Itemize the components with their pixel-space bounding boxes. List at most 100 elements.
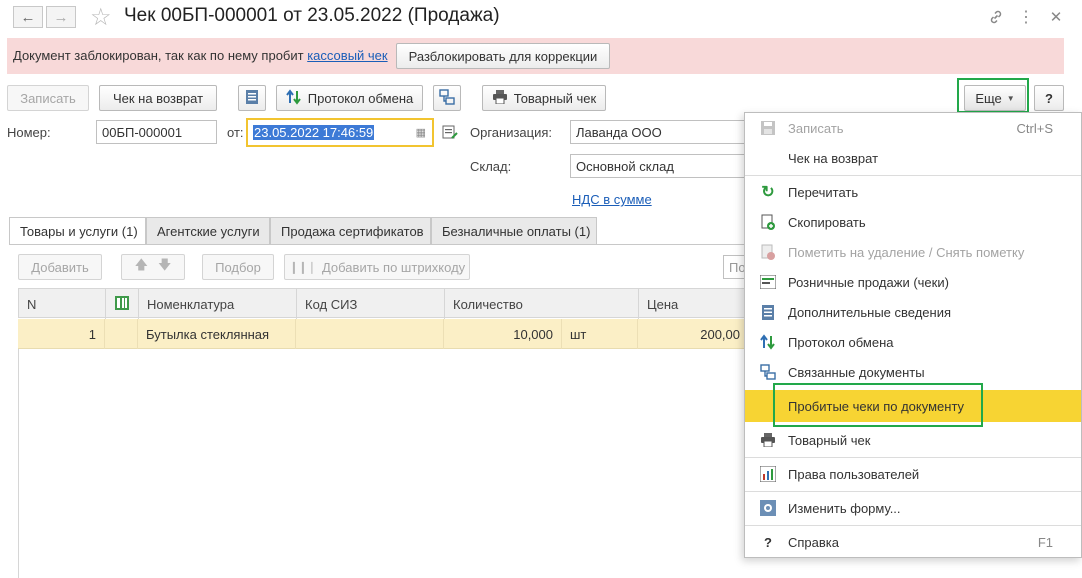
menu-label: Связанные документы	[788, 364, 925, 380]
menu-item-goods-check[interactable]: Товарный чек	[745, 425, 1081, 455]
help-icon: ?	[764, 534, 772, 550]
menu-label: Записать	[788, 120, 844, 136]
back-button[interactable]: ←	[13, 6, 43, 28]
unlock-button[interactable]: Разблокировать для коррекции	[396, 43, 610, 69]
menu-item-mark-delete[interactable]: Пометить на удаление / Снять пометку	[745, 237, 1081, 267]
details-button[interactable]	[238, 85, 266, 111]
printer-icon	[759, 431, 777, 449]
save-icon	[759, 119, 777, 137]
help-button[interactable]: ?	[1034, 85, 1064, 111]
more-vertical-icon[interactable]: ⋮	[1015, 6, 1037, 28]
menu-item-return-check[interactable]: Чек на возврат	[745, 143, 1081, 173]
vat-link[interactable]: НДС в сумме	[572, 192, 652, 207]
cell-item: Бутылка стеклянная	[138, 319, 296, 349]
favorite-star-icon[interactable]: ☆	[90, 3, 112, 32]
organization-label: Организация:	[470, 125, 553, 140]
exchange-icon	[285, 88, 302, 108]
menu-label: Перечитать	[788, 184, 859, 200]
banner-message: Документ заблокирован, так как по нему п…	[13, 48, 388, 63]
arrow-left-icon: ←	[20, 8, 36, 26]
forward-button[interactable]: →	[46, 6, 76, 28]
save-button[interactable]: Записать	[7, 85, 89, 111]
barcode-icon: ❙❙❘	[288, 260, 317, 274]
close-icon[interactable]: ✕	[1045, 6, 1067, 28]
tab-agent-services[interactable]: Агентские услуги	[146, 217, 270, 244]
menu-label: Пометить на удаление / Снять пометку	[788, 244, 1025, 260]
organization-field[interactable]: Лаванда ООО	[570, 120, 750, 144]
add-button[interactable]: Добавить	[18, 254, 102, 280]
menu-item-retail-sales[interactable]: Розничные продажи (чеки)	[745, 267, 1081, 297]
exchange-icon	[759, 333, 777, 351]
menu-item-change-form[interactable]: Изменить форму...	[745, 493, 1081, 523]
calendar-icon[interactable]: ▦	[416, 126, 426, 139]
arrow-right-icon: →	[53, 8, 69, 26]
delete-mark-icon	[759, 243, 777, 261]
arrow-up-icon[interactable]: 🡅	[135, 256, 148, 278]
date-field[interactable]: 23.05.2022 17:46:59 ▦	[246, 118, 434, 147]
link-icon[interactable]	[985, 6, 1007, 28]
tab-goods-services[interactable]: Товары и услуги (1)	[9, 217, 146, 245]
details-icon	[245, 89, 259, 108]
table-header: N Номенклатура Код СИЗ Количество Цена	[18, 288, 749, 319]
banner-text: Документ заблокирован, так как по нему п…	[13, 48, 308, 63]
details-icon	[759, 303, 777, 321]
number-label: Номер:	[7, 125, 51, 140]
menu-label: Протокол обмена	[788, 334, 894, 350]
menu-item-copy[interactable]: Скопировать	[745, 207, 1081, 237]
column-n[interactable]: N	[19, 289, 106, 319]
column-siz-code[interactable]: Код СИЗ	[297, 289, 445, 319]
tab-certificate-sales[interactable]: Продажа сертификатов	[270, 217, 431, 244]
linked-docs-button[interactable]	[433, 85, 461, 111]
menu-item-help[interactable]: ? Справка F1	[745, 527, 1081, 557]
retail-sales-icon	[759, 273, 777, 291]
menu-label: Товарный чек	[788, 432, 871, 448]
menu-item-refresh[interactable]: ↻ Перечитать	[745, 177, 1081, 207]
cell-price: 200,00	[700, 326, 740, 342]
goods-check-button[interactable]: Товарный чек	[482, 85, 606, 111]
column-price[interactable]: Цена	[639, 289, 749, 319]
return-check-button[interactable]: Чек на возврат	[99, 85, 217, 111]
column-nomenclature[interactable]: Номенклатура	[139, 289, 297, 319]
date-value: 23.05.2022 17:46:59	[253, 125, 375, 140]
selection-button[interactable]: Подбор	[202, 254, 274, 280]
exchange-protocol-button[interactable]: Протокол обмена	[276, 85, 423, 111]
warehouse-field[interactable]: Основной склад	[570, 154, 750, 178]
cash-receipt-link[interactable]: кассовый чек	[307, 48, 387, 63]
cell-unit: шт	[562, 319, 638, 349]
menu-label: Розничные продажи (чеки)	[788, 274, 949, 290]
menu-item-exchange-protocol[interactable]: Протокол обмена	[745, 327, 1081, 357]
date-label: от:	[227, 125, 244, 140]
more-menu: Записать Ctrl+S Чек на возврат ↻ Перечит…	[744, 112, 1082, 558]
menu-separator	[745, 491, 1081, 492]
add-by-barcode-button[interactable]: ❙❙❘ Добавить по штрихкоду	[284, 254, 470, 280]
edit-list-icon[interactable]	[442, 124, 458, 143]
column-quantity[interactable]: Количество	[445, 289, 639, 319]
move-buttons[interactable]: 🡅 🡇	[121, 254, 185, 280]
change-form-icon	[759, 499, 777, 517]
menu-item-user-rights[interactable]: Права пользователей	[745, 459, 1081, 489]
cell-marking	[105, 319, 138, 349]
arrow-down-icon[interactable]: 🡇	[158, 256, 171, 278]
menu-item-additional-info[interactable]: Дополнительные сведения	[745, 297, 1081, 327]
marking-icon	[115, 295, 129, 313]
cell-n: 1	[18, 319, 105, 349]
menu-item-save[interactable]: Записать Ctrl+S	[745, 113, 1081, 143]
annotation-more-highlight	[957, 78, 1029, 113]
goods-check-label: Товарный чек	[513, 90, 597, 106]
menu-label: Чек на возврат	[788, 150, 879, 166]
printer-icon	[492, 89, 508, 107]
refresh-icon: ↻	[761, 184, 775, 201]
menu-label: Справка	[788, 534, 839, 550]
table-border	[18, 349, 19, 578]
add-by-barcode-label: Добавить по штрихкоду	[321, 259, 466, 275]
column-marking[interactable]	[106, 289, 139, 319]
copy-icon	[759, 213, 777, 231]
tab-cashless-payments[interactable]: Безналичные оплаты (1)	[431, 217, 597, 244]
warehouse-label: Склад:	[470, 159, 512, 174]
menu-label: Дополнительные сведения	[788, 304, 952, 320]
number-field[interactable]: 00БП-000001	[96, 120, 217, 144]
window-title: Чек 00БП-000001 от 23.05.2022 (Продажа)	[124, 5, 500, 26]
menu-label: Изменить форму...	[788, 500, 901, 516]
menu-shortcut: Ctrl+S	[1016, 120, 1053, 136]
table-row[interactable]: 1 Бутылка стеклянная 10,000 шт 200,00	[18, 319, 748, 349]
